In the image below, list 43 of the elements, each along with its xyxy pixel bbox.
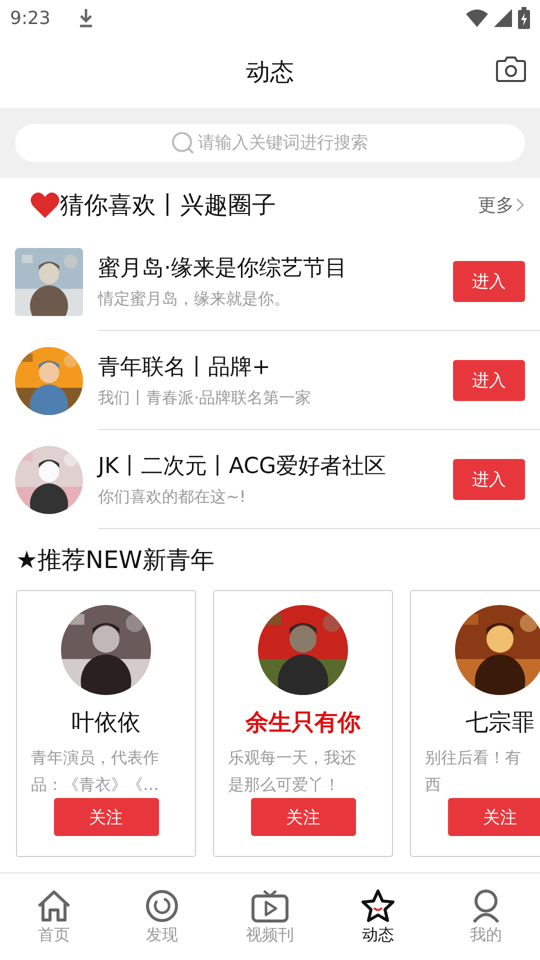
follow-button[interactable]: 关注 xyxy=(54,798,158,836)
group-name: JK丨二次元丨ACG爱好者社区 xyxy=(98,452,387,480)
profile-bio: 别往后看！有 西 xyxy=(425,747,522,796)
group-subtitle: 你们喜欢的都在这~! xyxy=(98,486,247,508)
profile-name: 余生只有你 xyxy=(246,709,360,738)
wifi-icon xyxy=(466,9,488,27)
enter-button[interactable]: 进入 xyxy=(453,260,525,302)
group-name: 青年联名丨品牌+ xyxy=(98,354,272,382)
follow-button[interactable]: 关注 xyxy=(250,798,356,836)
section-title: ★推荐NEW新青年 xyxy=(16,544,214,576)
star-icon xyxy=(360,888,396,922)
profile-name: 叶依依 xyxy=(72,709,140,738)
person-icon xyxy=(471,888,501,922)
tv-icon xyxy=(251,888,289,922)
ring-icon xyxy=(145,888,179,922)
group-subtitle: 情定蜜月岛，缘来就是你。 xyxy=(98,288,291,310)
more-link[interactable]: 更多 xyxy=(478,193,524,217)
follow-button[interactable]: 关注 xyxy=(448,798,540,836)
profile-bio: 青年演员，代表作 品：《青衣》《… xyxy=(31,747,160,796)
enter-button[interactable]: 进入 xyxy=(453,360,525,400)
section-title: 猜你喜欢丨兴趣圈子 xyxy=(60,190,276,221)
status-time: 9:23 xyxy=(10,8,50,28)
home-icon xyxy=(36,888,72,922)
chevron-icon xyxy=(516,198,524,212)
profile-bio: 乐观每一天，我还 是那么可爱丫！ xyxy=(228,747,357,796)
profile-name: 七宗罪 xyxy=(466,709,534,738)
camera-icon xyxy=(496,56,526,82)
enter-button[interactable]: 进入 xyxy=(453,458,525,500)
nav-tab[interactable]: 动态 xyxy=(324,874,432,960)
search-field[interactable]: 请输入关键词进行搜索 xyxy=(15,124,525,162)
heart-icon xyxy=(30,191,60,219)
page-title: 动态 xyxy=(246,57,294,88)
download-icon xyxy=(78,8,94,28)
nav-tab[interactable]: 我的 xyxy=(432,874,540,960)
nav-tab[interactable]: 首页 xyxy=(0,874,108,960)
battery-icon xyxy=(518,7,530,29)
signal-icon xyxy=(494,9,512,27)
group-name: 蜜月岛·缘来是你综艺节目 xyxy=(98,254,348,282)
camera-button[interactable] xyxy=(496,56,526,82)
group-subtitle: 我们丨青春派·品牌联名第一家 xyxy=(98,388,312,408)
nav-tab[interactable]: 视频刊 xyxy=(216,874,324,960)
search-icon xyxy=(171,131,195,155)
nav-tab[interactable]: 发现 xyxy=(108,874,216,960)
